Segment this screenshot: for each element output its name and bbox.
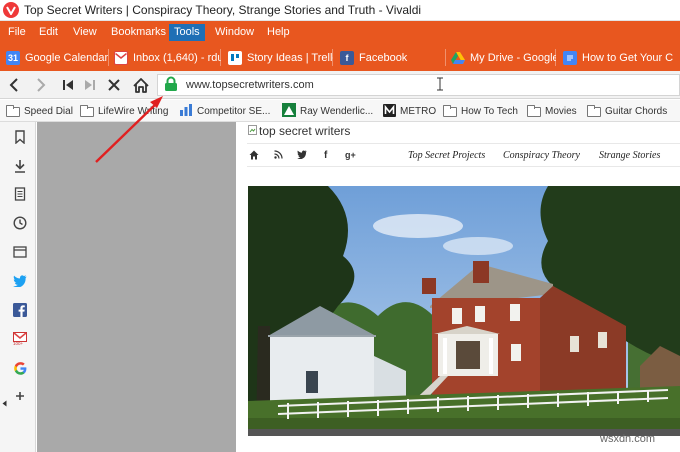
bookmark-label: METRO xyxy=(400,106,437,117)
gmail-panel-icon[interactable]: 100+ xyxy=(13,331,27,345)
nav-link-strange-stories[interactable]: Strange Stories xyxy=(599,150,660,161)
rewind-icon[interactable] xyxy=(58,75,78,95)
history-icon[interactable] xyxy=(13,216,27,230)
tab-bar: 31 Google Calendar - Inbox (1,640) - rdu… xyxy=(0,43,680,71)
url-text: www.topsecretwriters.com xyxy=(186,79,314,91)
site-navigation: f g+ Top Secret Projects Conspiracy Theo… xyxy=(247,143,680,167)
rss-icon[interactable] xyxy=(274,150,283,162)
logo-alt-text: top secret writers xyxy=(259,124,351,138)
bookmark-metro[interactable]: METRO xyxy=(383,103,437,120)
menu-help[interactable]: Help xyxy=(262,24,295,41)
google-plus-icon[interactable]: g+ xyxy=(345,150,356,160)
tab-label: Inbox (1,640) - rdu xyxy=(133,51,221,64)
tab-docs[interactable]: How to Get Your C xyxy=(563,46,680,69)
google-icon[interactable] xyxy=(13,361,27,375)
home-icon[interactable] xyxy=(249,150,259,163)
bookmark-label: Guitar Chords xyxy=(605,106,668,117)
bookmark-how-to-tech[interactable]: How To Tech xyxy=(443,104,518,119)
menu-bookmarks[interactable]: Bookmarks xyxy=(106,24,171,41)
back-icon[interactable] xyxy=(4,75,24,95)
add-panel-icon[interactable] xyxy=(13,389,27,403)
broken-image-icon xyxy=(248,124,257,138)
folder-icon xyxy=(443,104,457,117)
window-title: Top Secret Writers | Conspiracy Theory, … xyxy=(24,3,422,17)
gmail-icon xyxy=(114,50,128,65)
folder-icon xyxy=(527,104,541,117)
collapse-panel-icon[interactable] xyxy=(1,396,7,410)
site-logo[interactable]: top secret writers xyxy=(248,124,350,138)
facebook-icon: f xyxy=(340,50,354,65)
tab-inbox[interactable]: Inbox (1,640) - rdu xyxy=(114,46,221,69)
metro-icon xyxy=(383,103,396,120)
bookmark-panel-icon[interactable] xyxy=(13,130,27,144)
twitter-icon[interactable] xyxy=(13,274,27,288)
drive-icon xyxy=(451,51,465,65)
side-panel: 100+ xyxy=(0,122,36,452)
menu-view[interactable]: View xyxy=(68,24,102,41)
tab-my-drive[interactable]: My Drive - Google xyxy=(451,46,556,69)
vivaldi-logo-icon xyxy=(3,2,19,18)
tab-label: How to Get Your C xyxy=(582,51,674,64)
svg-text:100+: 100+ xyxy=(13,341,24,345)
nav-link-top-secret-projects[interactable]: Top Secret Projects xyxy=(408,150,485,161)
bookmark-ray-wenderlich[interactable]: Ray Wenderlic... xyxy=(282,103,374,120)
bookmark-label: Movies xyxy=(545,106,577,117)
twitter-icon[interactable] xyxy=(297,150,307,162)
trello-icon xyxy=(228,50,242,65)
menu-edit[interactable]: Edit xyxy=(34,24,63,41)
calendar-icon: 31 xyxy=(6,50,20,65)
tab-label: Facebook xyxy=(359,51,408,64)
facebook-icon[interactable]: f xyxy=(324,150,327,161)
folder-icon xyxy=(587,104,601,117)
tab-trello[interactable]: Story Ideas | Trello xyxy=(228,46,333,69)
bookmark-competitor[interactable]: Competitor SE... xyxy=(179,104,270,119)
forward-icon[interactable] xyxy=(31,75,51,95)
raywenderlich-icon xyxy=(282,103,296,120)
window-panel-icon[interactable] xyxy=(13,245,27,259)
bookmark-label: Speed Dial xyxy=(24,106,73,117)
annotation-arrow xyxy=(90,92,170,173)
docs-icon xyxy=(563,50,577,65)
title-bar: Top Secret Writers | Conspiracy Theory, … xyxy=(0,0,680,21)
nav-link-conspiracy-theory[interactable]: Conspiracy Theory xyxy=(503,150,580,161)
bookmark-label: How To Tech xyxy=(461,106,518,117)
watermark-text: wsxdn.com xyxy=(600,433,656,445)
facebook-panel-icon[interactable] xyxy=(13,303,27,317)
chart-icon xyxy=(179,104,193,119)
bookmark-guitar-chords[interactable]: Guitar Chords xyxy=(587,104,667,119)
tab-label: Google Calendar - xyxy=(25,51,109,64)
downloads-icon[interactable] xyxy=(13,159,27,173)
tab-google-calendar[interactable]: 31 Google Calendar - xyxy=(6,46,109,69)
bookmark-movies[interactable]: Movies xyxy=(527,104,577,119)
featured-photo[interactable] xyxy=(248,186,680,436)
tab-label: My Drive - Google xyxy=(470,51,556,64)
lock-icon[interactable] xyxy=(164,76,178,92)
menu-file[interactable]: File xyxy=(3,24,31,41)
bookmark-speed-dial[interactable]: Speed Dial xyxy=(6,104,73,119)
folder-icon xyxy=(6,104,20,117)
bookmark-label: Ray Wenderlic... xyxy=(300,106,374,117)
bookmark-label: Competitor SE... xyxy=(197,106,271,117)
text-cursor-icon xyxy=(437,77,443,96)
notes-icon[interactable] xyxy=(13,187,27,201)
tab-label: Story Ideas | Trello xyxy=(247,51,333,64)
tab-facebook[interactable]: f Facebook xyxy=(340,46,446,69)
menu-window[interactable]: Window xyxy=(210,24,259,41)
menu-bar: File Edit View Bookmarks Tools Window He… xyxy=(0,21,680,43)
menu-tools[interactable]: Tools xyxy=(169,24,205,41)
